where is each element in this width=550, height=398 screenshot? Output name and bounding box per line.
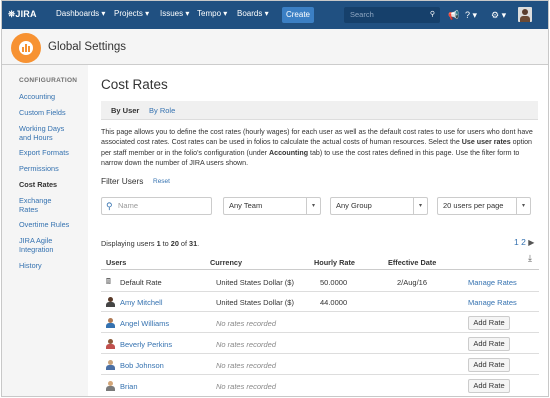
manage-rates-link[interactable]: Manage Rates xyxy=(468,278,517,287)
manage-rates-link[interactable]: Manage Rates xyxy=(468,298,517,307)
name-placeholder: Name xyxy=(118,201,139,210)
row-divider xyxy=(101,332,539,333)
row-currency: No rates recorded xyxy=(216,340,277,349)
per-page-value: 20 users per page xyxy=(443,201,504,210)
team-select-value: Any Team xyxy=(229,201,263,210)
tab-by-role[interactable]: By Role xyxy=(149,106,175,115)
page-description: This page allows you to define the cost … xyxy=(101,127,541,169)
sidebar-item-exchange-rates[interactable]: Exchange Rates xyxy=(19,196,59,214)
disp-mid2: of xyxy=(178,239,190,248)
row-user-name: Default Rate xyxy=(120,278,162,287)
col-header-effective-date: Effective Date xyxy=(388,258,437,267)
nav-issues[interactable]: Issues ▾ xyxy=(160,9,189,18)
row-divider xyxy=(101,353,539,354)
sidebar-item-cost-rates[interactable]: Cost Rates xyxy=(19,180,85,189)
chevron-down-icon: ▾ xyxy=(306,198,320,214)
row-effective-date: 2/Aug/16 xyxy=(397,278,428,287)
settings-icon[interactable]: ⚙ ▾ xyxy=(491,7,506,23)
row-divider xyxy=(101,374,539,375)
jira-logo-text: JIRA xyxy=(15,9,37,19)
row-hourly-rate: 50.0000 xyxy=(320,278,348,287)
name-filter-input[interactable]: ⚲ Name xyxy=(101,197,212,215)
create-button[interactable]: Create xyxy=(282,7,314,23)
user-avatar-icon xyxy=(106,318,115,328)
add-rate-button[interactable]: Add Rate xyxy=(468,379,510,393)
jira-logo[interactable]: ⛯JIRA xyxy=(8,9,37,20)
tab-by-user[interactable]: By User xyxy=(111,106,139,115)
sidebar-item-export-formats[interactable]: Export Formats xyxy=(19,148,85,157)
sidebar-heading: CONFIGURATION xyxy=(19,77,78,84)
reset-link[interactable]: Reset xyxy=(153,178,170,185)
user-avatar-icon xyxy=(106,360,115,370)
chevron-down-icon: ▾ xyxy=(413,198,427,214)
disp-to: 20 xyxy=(170,239,179,248)
page-title: Global Settings xyxy=(48,41,126,53)
row-user-name[interactable]: Bob Johnson xyxy=(120,361,164,370)
sidebar-item-permissions[interactable]: Permissions xyxy=(19,164,85,173)
sidebar-item-working-days[interactable]: Working Days and Hours xyxy=(19,124,77,142)
row-user-name[interactable]: Amy Mitchell xyxy=(120,298,163,307)
next-page-icon[interactable]: ▶ xyxy=(528,238,534,247)
desc-bold-use-user-rates: Use user rates xyxy=(461,138,511,147)
top-nav: ⛯JIRA Dashboards ▾ Projects ▾ Issues ▾ T… xyxy=(2,1,548,29)
add-rate-button[interactable]: Add Rate xyxy=(468,316,510,330)
row-currency: No rates recorded xyxy=(216,382,277,391)
user-avatar[interactable] xyxy=(518,7,532,22)
row-user-name[interactable]: Beverly Perkins xyxy=(120,340,172,349)
row-currency: No rates recorded xyxy=(216,319,277,328)
nav-dashboards[interactable]: Dashboards ▾ xyxy=(56,9,105,18)
row-currency: United States Dollar ($) xyxy=(216,278,294,287)
user-avatar-icon xyxy=(106,381,115,391)
app-window: ⛯JIRA Dashboards ▾ Projects ▾ Issues ▾ T… xyxy=(1,0,549,397)
disp-total: 31 xyxy=(189,239,198,248)
display-count: Displaying users 1 to 20 of 31. xyxy=(101,239,199,248)
col-header-currency: Currency xyxy=(210,258,243,267)
search-icon: ⚲ xyxy=(429,11,435,18)
sidebar-item-custom-fields[interactable]: Custom Fields xyxy=(19,108,85,117)
feedback-icon[interactable]: 📢 xyxy=(448,7,459,23)
sidebar-item-agile-integration[interactable]: JIRA Agile Integration xyxy=(19,236,77,254)
row-user-name[interactable]: Angel Williams xyxy=(120,319,169,328)
nav-projects[interactable]: Projects ▾ xyxy=(114,9,149,18)
help-icon[interactable]: ? ▾ xyxy=(465,7,477,23)
page-1-link[interactable]: 1 xyxy=(514,237,519,247)
cost-rates-title: Cost Rates xyxy=(101,77,168,92)
row-currency: No rates recorded xyxy=(216,361,277,370)
disp-pre: Displaying users xyxy=(101,239,157,248)
user-avatar-icon xyxy=(106,339,115,349)
row-divider xyxy=(101,291,539,292)
team-select[interactable]: Any Team ▾ xyxy=(223,197,321,215)
sidebar-item-history[interactable]: History xyxy=(19,261,85,270)
col-header-hourly-rate: Hourly Rate xyxy=(314,258,355,267)
per-page-select[interactable]: 20 users per page ▾ xyxy=(437,197,531,215)
nav-tempo[interactable]: Tempo ▾ xyxy=(197,9,227,18)
sidebar-item-overtime-rules[interactable]: Overtime Rules xyxy=(19,220,85,229)
search-icon: ⚲ xyxy=(106,201,113,211)
sidebar-item-accounting[interactable]: Accounting xyxy=(19,92,85,101)
col-header-users: Users xyxy=(106,258,127,267)
row-hourly-rate: 44.0000 xyxy=(320,298,348,307)
group-select-value: Any Group xyxy=(336,201,372,210)
add-rate-button[interactable]: Add Rate xyxy=(468,358,510,372)
header-divider xyxy=(101,269,539,270)
add-rate-button[interactable]: Add Rate xyxy=(468,337,510,351)
desc-bold-accounting: Accounting xyxy=(269,148,309,157)
chevron-down-icon: ▾ xyxy=(516,198,530,214)
row-user-name[interactable]: Brian xyxy=(120,382,138,391)
nav-boards[interactable]: Boards ▾ xyxy=(237,9,269,18)
filter-users-label: Filter Users xyxy=(101,176,144,186)
calculator-icon: 🖩 xyxy=(106,277,111,286)
global-settings-icon xyxy=(11,33,41,63)
disp-end: . xyxy=(197,239,200,248)
search-placeholder: Search xyxy=(350,10,374,19)
search-input[interactable]: Search ⚲ xyxy=(344,7,440,23)
row-currency: United States Dollar ($) xyxy=(216,298,294,307)
user-avatar-icon xyxy=(106,297,115,307)
download-icon[interactable]: ⤓ xyxy=(528,253,532,264)
pagination: 1 2 ▶ xyxy=(514,237,534,247)
disp-mid1: to xyxy=(160,239,171,248)
page-2-link[interactable]: 2 xyxy=(521,237,526,247)
row-divider xyxy=(101,311,539,312)
group-select[interactable]: Any Group ▾ xyxy=(330,197,428,215)
